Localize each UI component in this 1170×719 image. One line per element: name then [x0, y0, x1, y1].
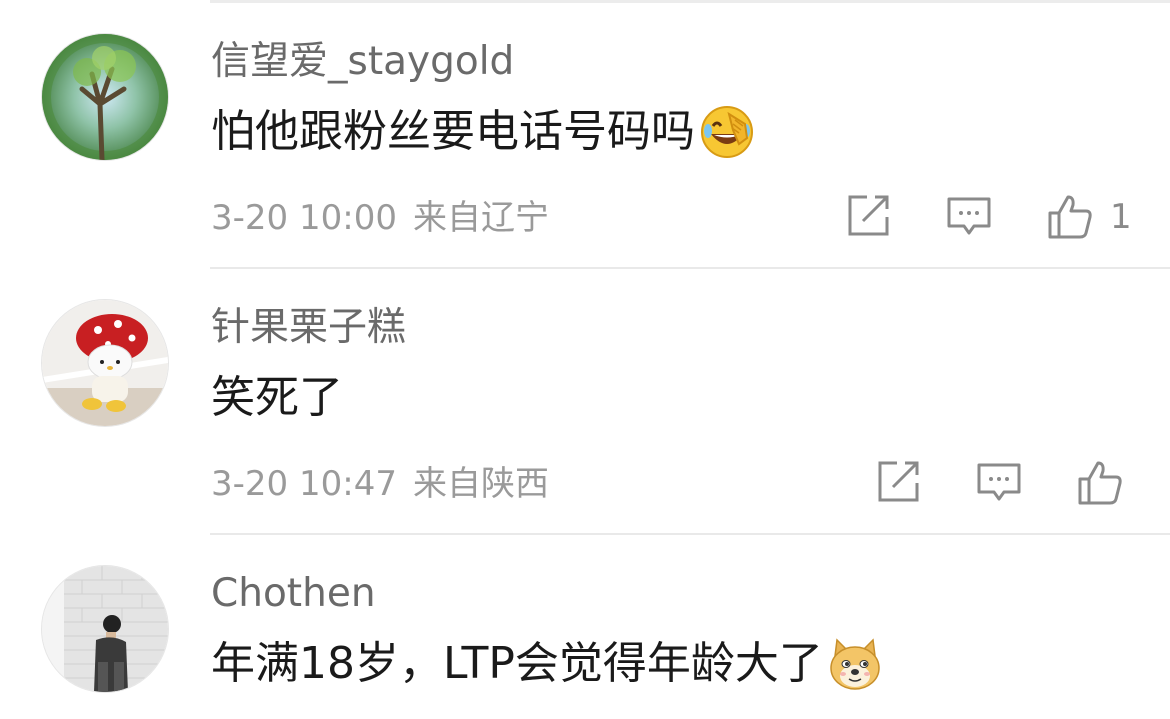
- avatar[interactable]: [42, 34, 168, 160]
- comment-item: Chothen 年满18岁，LTP会觉得年龄大了: [0, 535, 1170, 719]
- avatar[interactable]: [42, 300, 168, 426]
- avatar[interactable]: [42, 566, 168, 692]
- share-button[interactable]: [875, 459, 921, 505]
- comment-text: 怕他跟粉丝要电话号码吗: [211, 101, 755, 163]
- comment-icon: [947, 197, 991, 235]
- like-count: 1: [1110, 197, 1132, 237]
- comment-location: 来自辽宁: [412, 198, 549, 238]
- like-button[interactable]: [1076, 459, 1122, 505]
- comment-meta: 3-20 10:47 来自陕西: [211, 464, 549, 504]
- comment-location: 来自陕西: [412, 464, 549, 504]
- reply-button[interactable]: [976, 459, 1022, 505]
- reply-button[interactable]: [946, 193, 992, 239]
- share-button[interactable]: [845, 193, 891, 239]
- comment-item: 信望爱_staygold 怕他跟粉丝要电话号码吗 3-20 10:00 来自辽宁: [0, 3, 1170, 269]
- share-icon: [848, 195, 889, 236]
- laugh-cry-emoji-icon: [699, 104, 755, 160]
- comment-text-content: 笑死了: [211, 372, 343, 423]
- avatar-person-image: [42, 566, 168, 692]
- comment-date: 3-20 10:47: [211, 464, 397, 504]
- comment-text-content: 年满18岁，LTP会觉得年龄大了: [211, 638, 823, 689]
- thumbs-up-icon: [1078, 461, 1122, 505]
- comment-icon: [977, 463, 1021, 501]
- comment-text-content: 怕他跟粉丝要电话号码吗: [211, 106, 695, 157]
- comment-text: 年满18岁，LTP会觉得年龄大了: [211, 633, 883, 695]
- doge-emoji-icon: [827, 636, 883, 692]
- comment-date: 3-20 10:00: [211, 198, 397, 238]
- comment-text: 笑死了: [211, 367, 343, 429]
- comment-meta: 3-20 10:00 来自辽宁: [211, 198, 549, 238]
- like-button[interactable]: [1046, 193, 1092, 239]
- username[interactable]: Chothen: [211, 571, 376, 617]
- avatar-doll-image: [42, 300, 168, 426]
- comment-item: 针果栗子糕 笑死了 3-20 10:47 来自陕西: [0, 269, 1170, 535]
- avatar-tree-image: [42, 34, 168, 160]
- share-icon: [878, 461, 919, 502]
- username[interactable]: 针果栗子糕: [211, 305, 406, 351]
- username[interactable]: 信望爱_staygold: [211, 39, 514, 85]
- thumbs-up-icon: [1048, 195, 1092, 239]
